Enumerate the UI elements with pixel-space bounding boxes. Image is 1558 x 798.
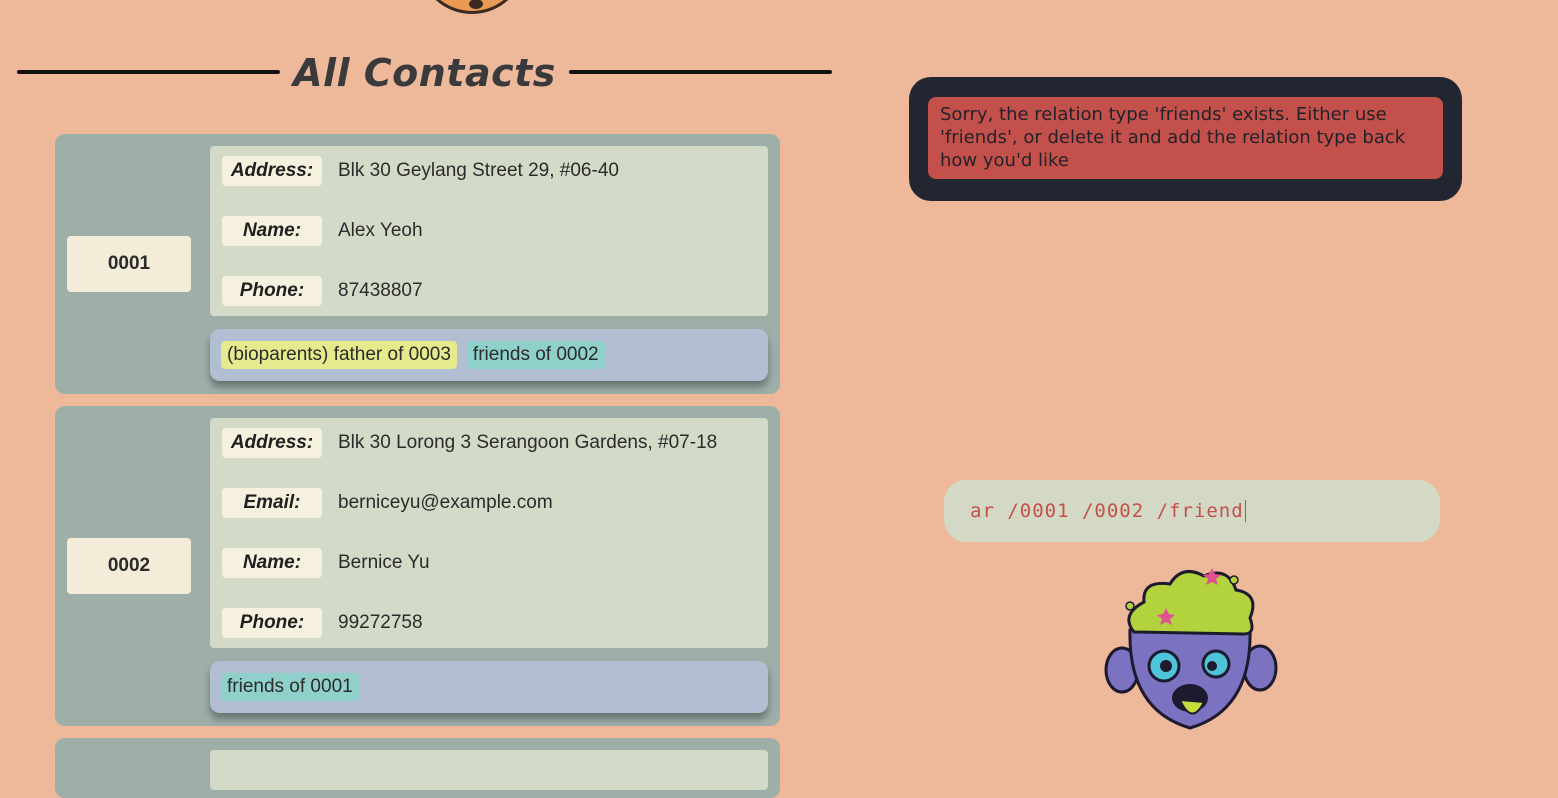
result-display-panel: Sorry, the relation type 'friends' exist…: [909, 77, 1462, 201]
field-row-name: Name: Alex Yeoh: [222, 216, 423, 246]
field-row-address: Address: Blk 30 Geylang Street 29, #06-4…: [222, 156, 619, 186]
relation-tag: friends of 0001: [221, 673, 359, 701]
command-input[interactable]: ar /0001 /0002 /friend: [944, 480, 1440, 542]
result-message: Sorry, the relation type 'friends' exist…: [928, 97, 1443, 179]
relation-tag: friends of 0002: [466, 341, 605, 369]
field-row-name: Name: Bernice Yu: [222, 548, 430, 578]
field-label: Phone:: [222, 608, 322, 638]
cookie-mascot-icon: [418, 0, 526, 14]
field-label: Email:: [222, 488, 322, 518]
contact-card[interactable]: [55, 738, 780, 798]
zombie-mascot-icon: [1104, 568, 1278, 730]
field-value: Blk 30 Lorong 3 Serangoon Gardens, #07-1…: [338, 432, 718, 453]
relation-tags: friends of 0001: [210, 661, 768, 713]
all-contacts-heading: All Contacts: [17, 48, 832, 98]
command-text: ar /0001 /0002 /friend: [970, 500, 1244, 522]
relation-tags: (bioparents) father of 0003 friends of 0…: [210, 329, 768, 381]
field-value: 99272758: [338, 612, 423, 633]
heading-divider-right: [569, 70, 832, 74]
field-value: 87438807: [338, 280, 423, 301]
contact-index: 0002: [67, 538, 191, 594]
field-row-address: Address: Blk 30 Lorong 3 Serangoon Garde…: [222, 428, 717, 458]
text-caret: [1244, 500, 1246, 522]
page-title: All Contacts: [293, 51, 556, 95]
field-value: Alex Yeoh: [338, 220, 423, 241]
field-row-phone: Phone: 99272758: [222, 608, 423, 638]
field-label: Name:: [222, 216, 322, 246]
heading-divider-left: [17, 70, 280, 74]
field-label: Address:: [222, 156, 322, 186]
field-value: Blk 30 Geylang Street 29, #06-40: [338, 160, 619, 181]
field-row-phone: Phone: 87438807: [222, 276, 423, 306]
field-row-email: Email: berniceyu@example.com: [222, 488, 553, 518]
field-label: Name:: [222, 548, 322, 578]
field-value: berniceyu@example.com: [338, 492, 553, 513]
contact-card[interactable]: 0002 Address: Blk 30 Lorong 3 Serangoon …: [55, 406, 780, 726]
field-label: Address:: [222, 428, 322, 458]
field-value: Bernice Yu: [338, 552, 430, 573]
contact-index: 0001: [67, 236, 191, 292]
relation-tag: (bioparents) father of 0003: [221, 341, 457, 369]
contact-card[interactable]: 0001 Address: Blk 30 Geylang Street 29, …: [55, 134, 780, 394]
field-label: Phone:: [222, 276, 322, 306]
contact-fields: Address: Blk 30 Geylang Street 29, #06-4…: [210, 146, 768, 316]
contact-fields: Address: Blk 30 Lorong 3 Serangoon Garde…: [210, 418, 768, 648]
contact-fields: [210, 750, 768, 790]
